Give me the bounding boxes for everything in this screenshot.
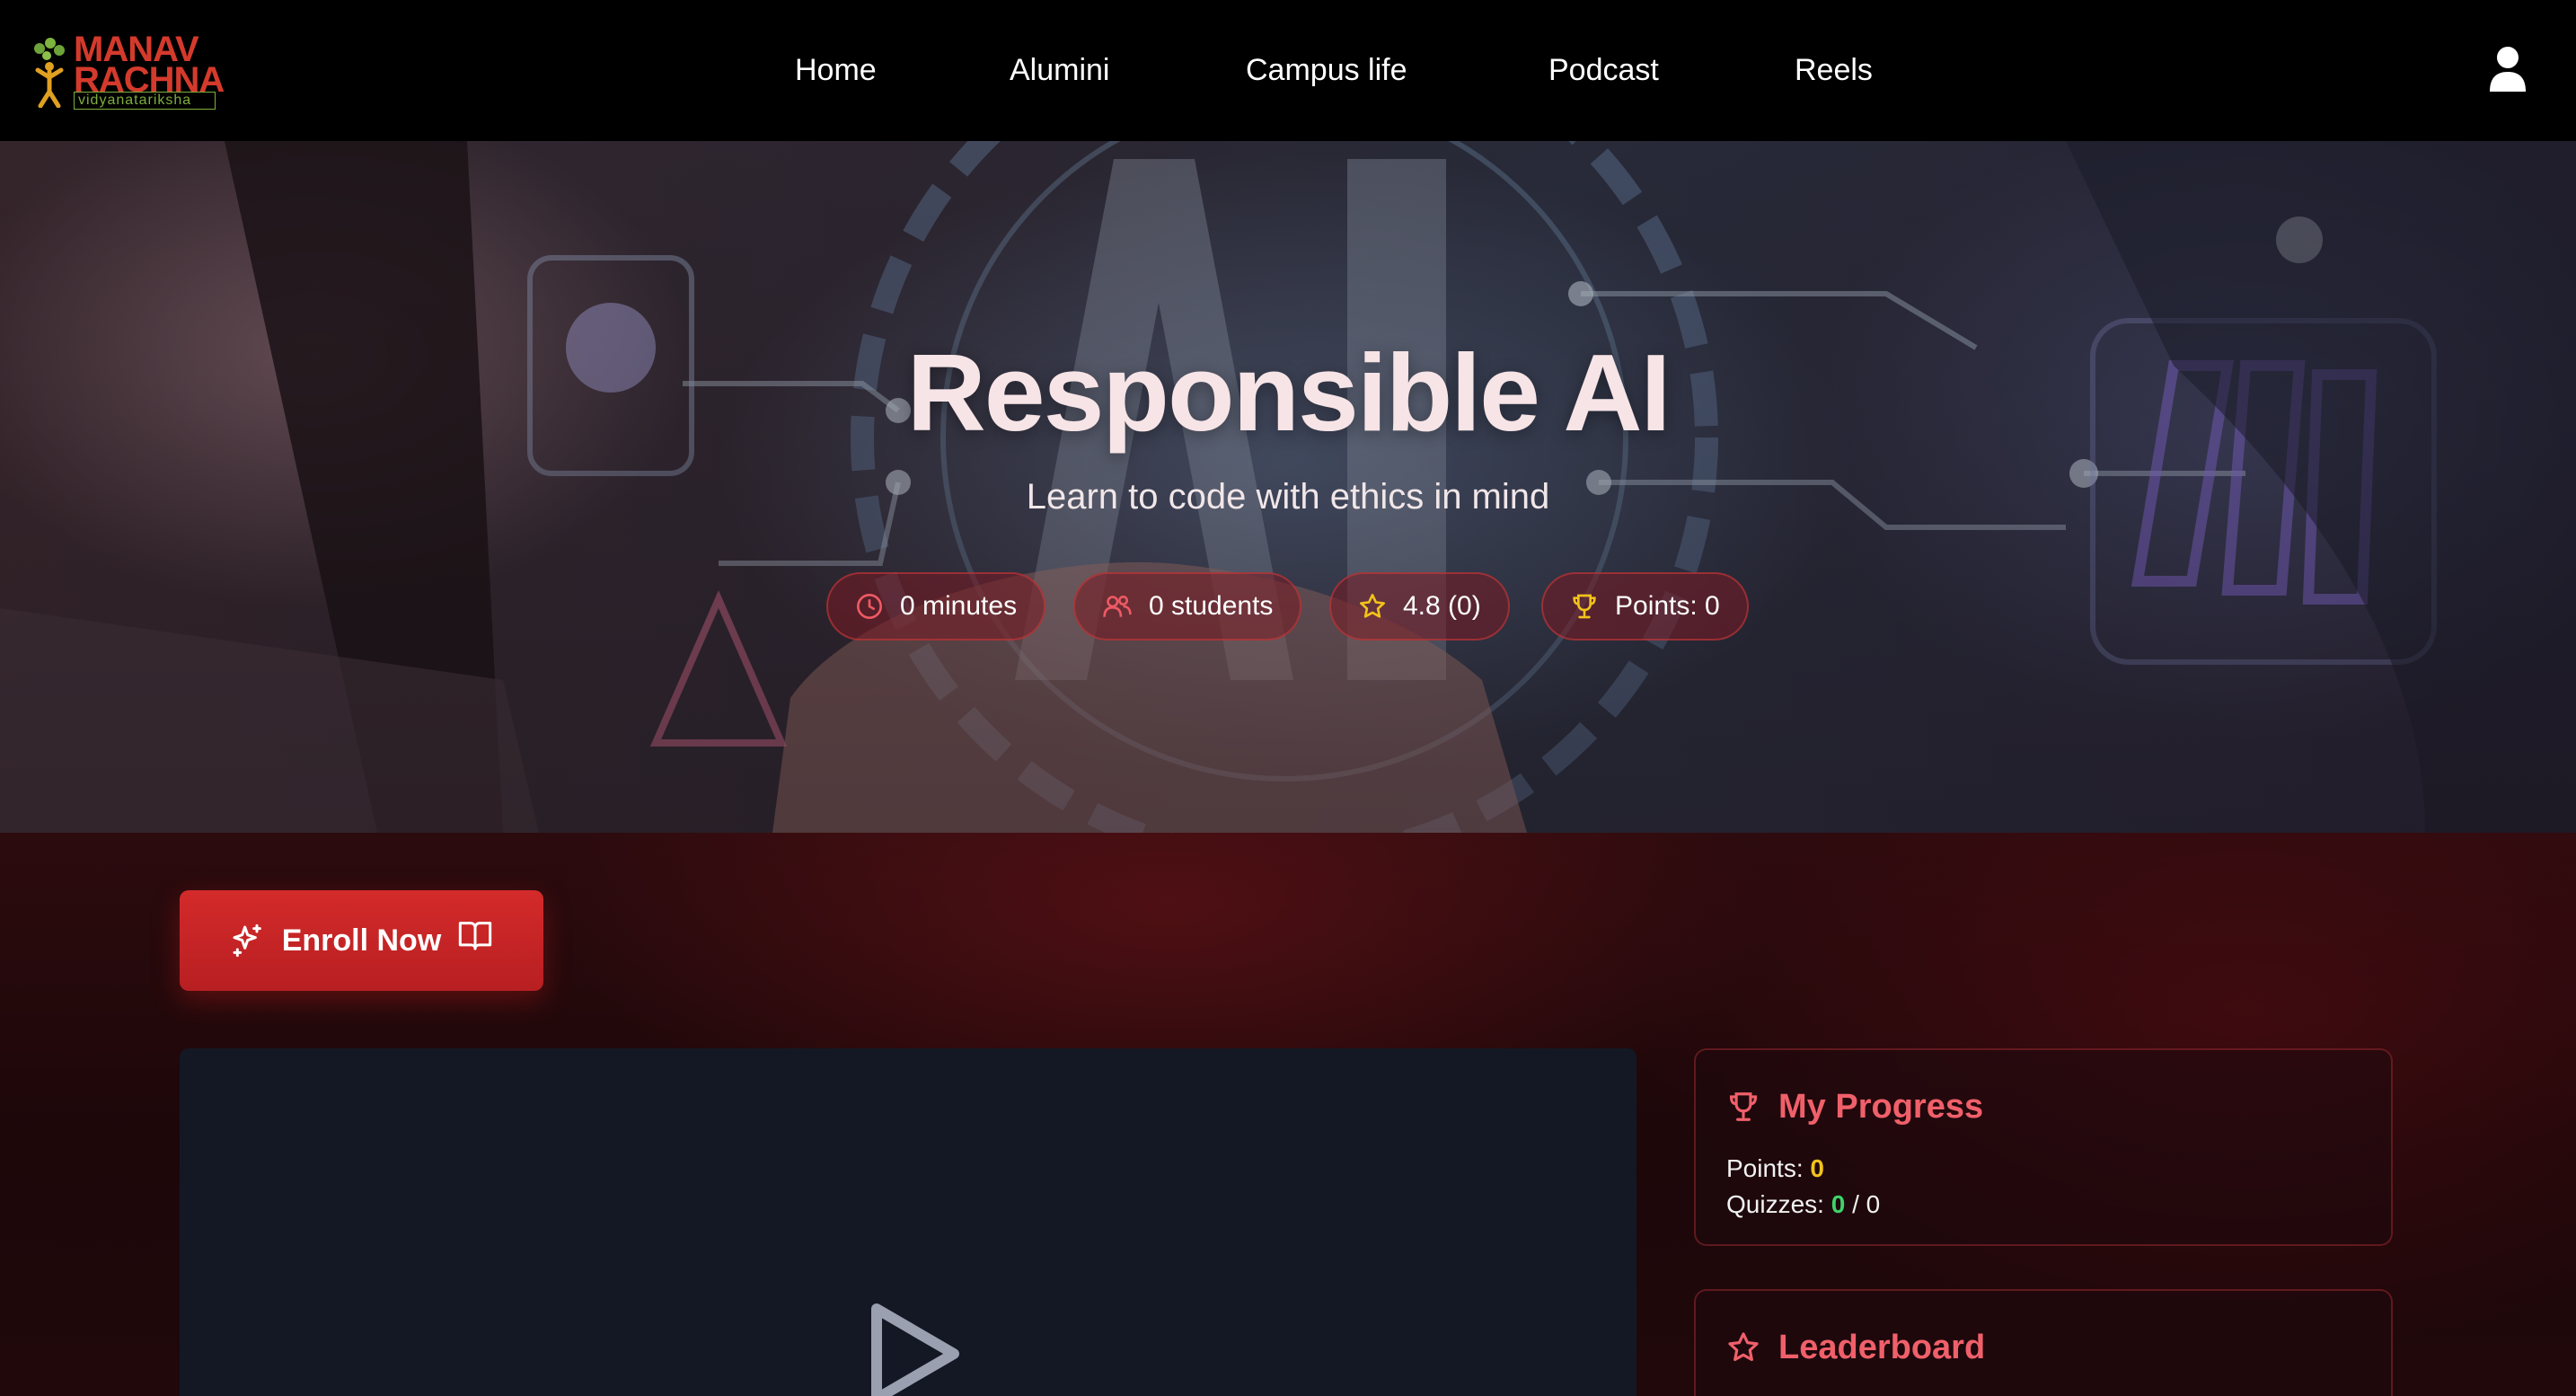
trophy-icon (1729, 1092, 1758, 1121)
leaderboard-card: Leaderboard (1694, 1289, 2393, 1396)
students-badge: 0 students (1073, 572, 1302, 641)
book-open-icon (459, 922, 492, 950)
points-label: Points: 0 (1615, 591, 1720, 621)
main-nav: Home Alumini Campus life Podcast Reels (0, 43, 2576, 97)
quizzes-stat-label: Quizzes: (1726, 1190, 1824, 1218)
course-content: Enroll Now My Progress Points: 0 Quizzes… (0, 833, 2576, 1396)
enroll-label: Enroll Now (281, 923, 442, 958)
video-player[interactable] (180, 1048, 1636, 1396)
nav-podcast[interactable]: Podcast (1548, 43, 1659, 97)
students-label: 0 students (1149, 591, 1274, 621)
sparkles-icon (233, 923, 261, 958)
my-progress-label: My Progress (1778, 1087, 1984, 1126)
star-icon (1728, 1332, 1759, 1362)
trophy-icon (1573, 594, 1596, 619)
course-page: MANAV RACHNA vidyanatariksha Home Alumin… (0, 0, 2576, 1396)
nav-reels[interactable]: Reels (1795, 43, 1873, 97)
my-progress-title: My Progress (1726, 1086, 1983, 1127)
nav-home[interactable]: Home (795, 43, 877, 97)
leaderboard-title: Leaderboard (1726, 1327, 1985, 1368)
star-icon (1360, 594, 1385, 618)
nav-alumini[interactable]: Alumini (1010, 43, 1109, 97)
course-subtitle: Learn to code with ethics in mind (1026, 477, 1550, 517)
points-badge: Points: 0 (1541, 572, 1749, 641)
clock-icon (857, 594, 882, 619)
users-icon (1103, 595, 1132, 617)
rating-badge: 4.8 (0) (1329, 572, 1510, 641)
leaderboard-label: Leaderboard (1778, 1328, 1986, 1366)
rating-label: 4.8 (0) (1403, 591, 1481, 621)
quizzes-done-value: 0 (1831, 1190, 1846, 1218)
points-stat-value: 0 (1810, 1154, 1824, 1182)
duration-badge: 0 minutes (826, 572, 1046, 641)
points-stat: Points: 0 (1726, 1154, 1824, 1183)
my-progress-card: My Progress Points: 0 Quizzes: 0 / 0 (1694, 1048, 2393, 1246)
duration-label: 0 minutes (900, 591, 1018, 621)
enroll-now-button[interactable]: Enroll Now (180, 890, 543, 991)
navbar: MANAV RACHNA vidyanatariksha Home Alumin… (0, 0, 2576, 141)
user-icon[interactable] (2488, 45, 2527, 93)
points-stat-label: Points: (1726, 1154, 1804, 1182)
nav-campus-life[interactable]: Campus life (1246, 43, 1407, 97)
hero-banner: Responsible AI Learn to code with ethics… (0, 141, 2576, 833)
quizzes-stat: Quizzes: 0 / 0 (1726, 1190, 1880, 1219)
course-stats: 0 minutes 0 students 4.8 (0) Points: 0 (0, 572, 2576, 642)
course-title: Responsible AI (906, 331, 1672, 454)
quizzes-separator: / (1852, 1190, 1859, 1218)
play-icon[interactable] (864, 1300, 963, 1396)
quizzes-total-value: 0 (1866, 1190, 1881, 1218)
